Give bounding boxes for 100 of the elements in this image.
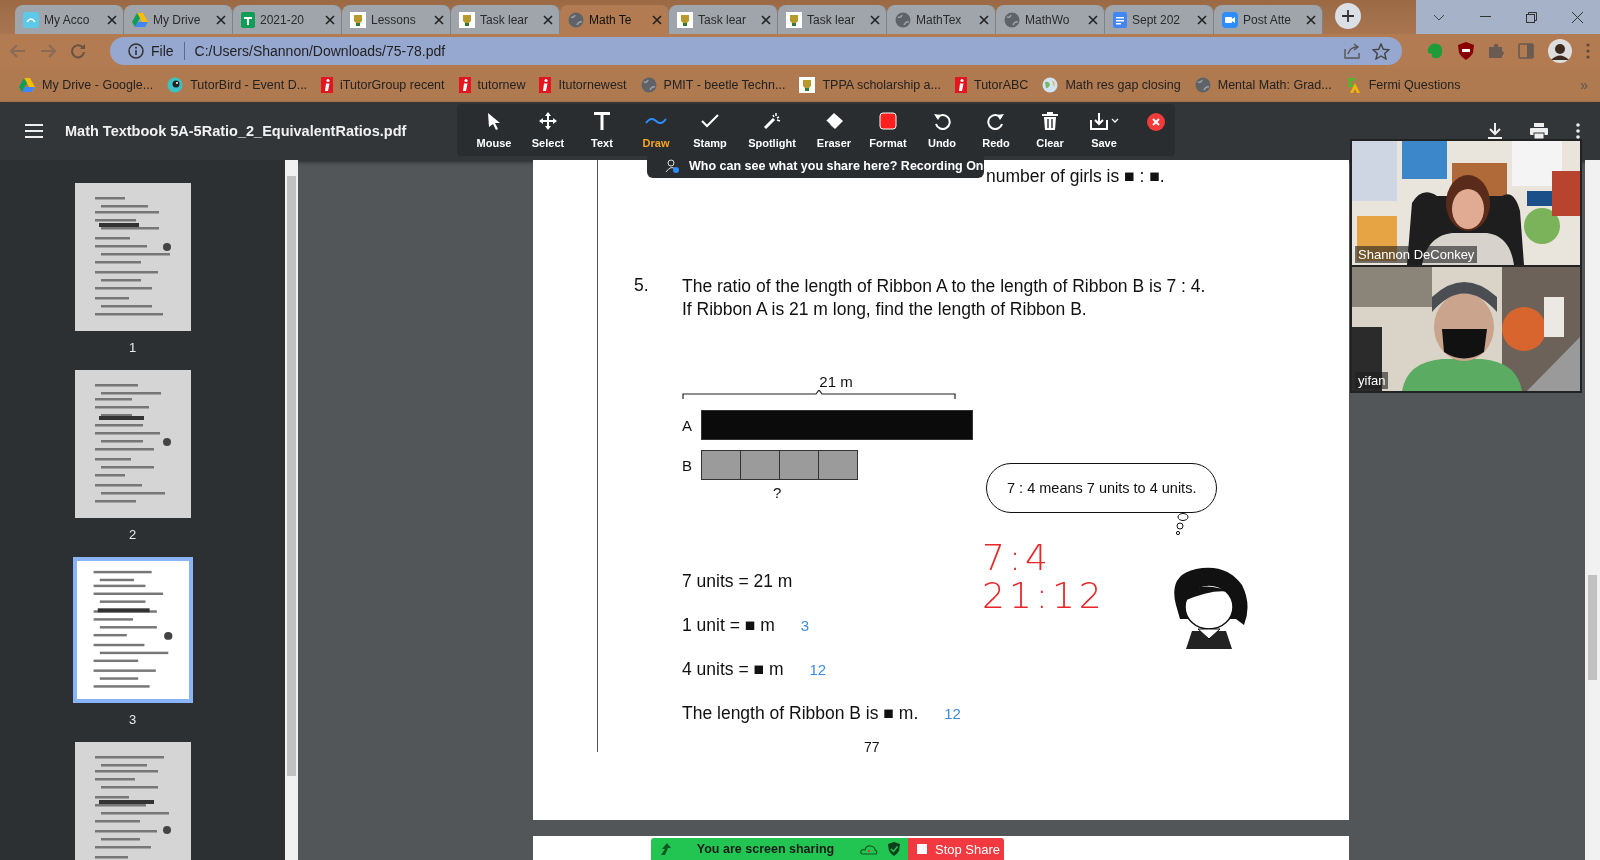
answer-text: 12 (809, 660, 827, 678)
triangle-icon (132, 12, 148, 27)
browser-tab[interactable]: Math Te (560, 5, 669, 34)
trash-icon (1042, 112, 1058, 130)
tool-button[interactable]: Stamp (683, 106, 737, 154)
close-icon[interactable] (979, 14, 989, 25)
tool-button[interactable]: Select (521, 106, 575, 154)
bookmark[interactable]: TPPA scholarship a... (792, 77, 948, 93)
cloud-icon (860, 843, 878, 855)
shield-check-icon (888, 842, 900, 856)
bookmark[interactable]: TutorBird - Event D... (160, 77, 315, 93)
tool-button[interactable]: Redo (969, 106, 1023, 154)
browser-tab[interactable]: Lessons (342, 5, 451, 34)
bird-logo-icon (167, 77, 184, 93)
browser-tab[interactable]: Post Atte (1214, 5, 1323, 34)
page-thumbnail[interactable] (74, 742, 191, 860)
participant-name: yifan (1355, 372, 1389, 389)
move-icon (539, 112, 557, 130)
globe-icon (1004, 11, 1020, 28)
globe-icon (1194, 77, 1211, 93)
tool-button[interactable]: Eraser (807, 106, 861, 154)
bookmark[interactable]: Mental Math: Grad... (1187, 77, 1339, 93)
crest-icon (799, 77, 816, 93)
scrollbar[interactable] (1585, 160, 1600, 860)
check-icon (701, 114, 719, 128)
page-number: 77 (864, 739, 881, 755)
back-icon (10, 44, 26, 58)
more-icon (1576, 123, 1580, 139)
info-icon (128, 43, 144, 59)
bookmark[interactable]: TutorABC (948, 77, 1036, 93)
tool-button[interactable]: Text (575, 106, 629, 154)
bookmark[interactable]: tutornew (451, 77, 533, 93)
star-icon (1372, 42, 1390, 60)
restore-icon (1525, 11, 1537, 23)
tool-button[interactable]: Save (1077, 106, 1131, 154)
close-icon[interactable] (325, 14, 335, 25)
tool-button[interactable]: Draw (629, 106, 683, 154)
globe-icon (640, 77, 657, 93)
address-bar[interactable]: File C:/Users/Shannon/Downloads/75-78.pdf (110, 37, 1402, 65)
chevron-down-icon (1433, 13, 1445, 21)
wand-icon (763, 112, 781, 130)
page-thumbnail[interactable] (74, 370, 191, 518)
stop-share-button[interactable]: Stop Share (908, 838, 1004, 860)
scrollbar[interactable] (285, 160, 298, 860)
close-icon[interactable] (870, 14, 880, 25)
eraser-icon (824, 112, 844, 130)
browser-tab[interactable]: Task lear (451, 5, 560, 34)
close-icon[interactable] (543, 14, 553, 25)
logo-icon (539, 77, 552, 93)
new-tab-button[interactable] (1335, 3, 1361, 29)
close-icon[interactable] (761, 14, 771, 25)
close-icon[interactable] (434, 14, 444, 25)
close-icon[interactable] (652, 14, 662, 25)
length-label: 21 m (818, 373, 854, 390)
bookmark[interactable]: iTutorGroup recent (314, 77, 452, 93)
step-text: 4 units = ■ m (682, 658, 784, 680)
puzzle-icon (1488, 43, 1504, 59)
page-thumbnail[interactable] (72, 557, 193, 703)
document-title: Math Textbook 5A-5Ratio_2_EquivalentRatios.pdf (65, 123, 407, 139)
bookmark[interactable]: PMIT - beetle Techn... (633, 77, 793, 93)
browser-tab[interactable]: Task lear (669, 5, 778, 34)
close-icon[interactable] (216, 14, 226, 25)
tool-button[interactable]: Format (861, 106, 915, 154)
browser-tab[interactable]: 2021-20 (233, 5, 342, 34)
close-icon[interactable] (1088, 14, 1098, 25)
browser-tab[interactable]: Task lear (778, 5, 887, 34)
page-thumbnail[interactable] (74, 183, 191, 331)
more-icon (1586, 43, 1590, 59)
close-button[interactable] (1147, 113, 1165, 131)
plus-icon (1342, 10, 1354, 22)
bookmark[interactable]: Fermi Questions (1338, 76, 1468, 94)
page-number: 1 (128, 340, 137, 357)
document-icon (1113, 11, 1127, 28)
bookmark[interactable]: Math res gap closing (1035, 77, 1188, 93)
text-tool-icon (594, 112, 610, 130)
tool-button[interactable]: Mouse (467, 106, 521, 154)
tool-button[interactable]: Clear (1023, 106, 1077, 154)
share-icon (1344, 43, 1362, 59)
bookmark[interactable]: My Drive - Google... (12, 78, 161, 92)
close-icon[interactable] (107, 14, 117, 25)
browser-tab[interactable]: MathTex (887, 5, 996, 34)
globe-icon (895, 11, 911, 28)
unknown-label: ? (773, 484, 783, 501)
undo-icon (933, 112, 951, 130)
close-icon[interactable] (1197, 14, 1207, 25)
person-icon (665, 159, 679, 173)
site-info-button[interactable]: File (122, 42, 185, 60)
step-text: 7 units = 21 m (682, 570, 793, 592)
close-icon[interactable] (1306, 14, 1316, 25)
tool-button[interactable]: Spotlight (737, 106, 807, 154)
print-icon (1530, 123, 1548, 139)
save-icon (1089, 112, 1108, 130)
browser-tab[interactable]: My Drive (124, 5, 233, 34)
close-icon (1571, 11, 1583, 23)
tool-button[interactable]: Undo (915, 106, 969, 154)
browser-tab[interactable]: My Acco (15, 5, 124, 34)
browser-tab[interactable]: MathWo (996, 5, 1105, 34)
browser-tab[interactable]: Sept 202 (1105, 5, 1214, 34)
bookmark[interactable]: Itutornewest (532, 77, 634, 93)
sharing-notice[interactable]: Who can see what you share here? Recording On (647, 154, 984, 178)
